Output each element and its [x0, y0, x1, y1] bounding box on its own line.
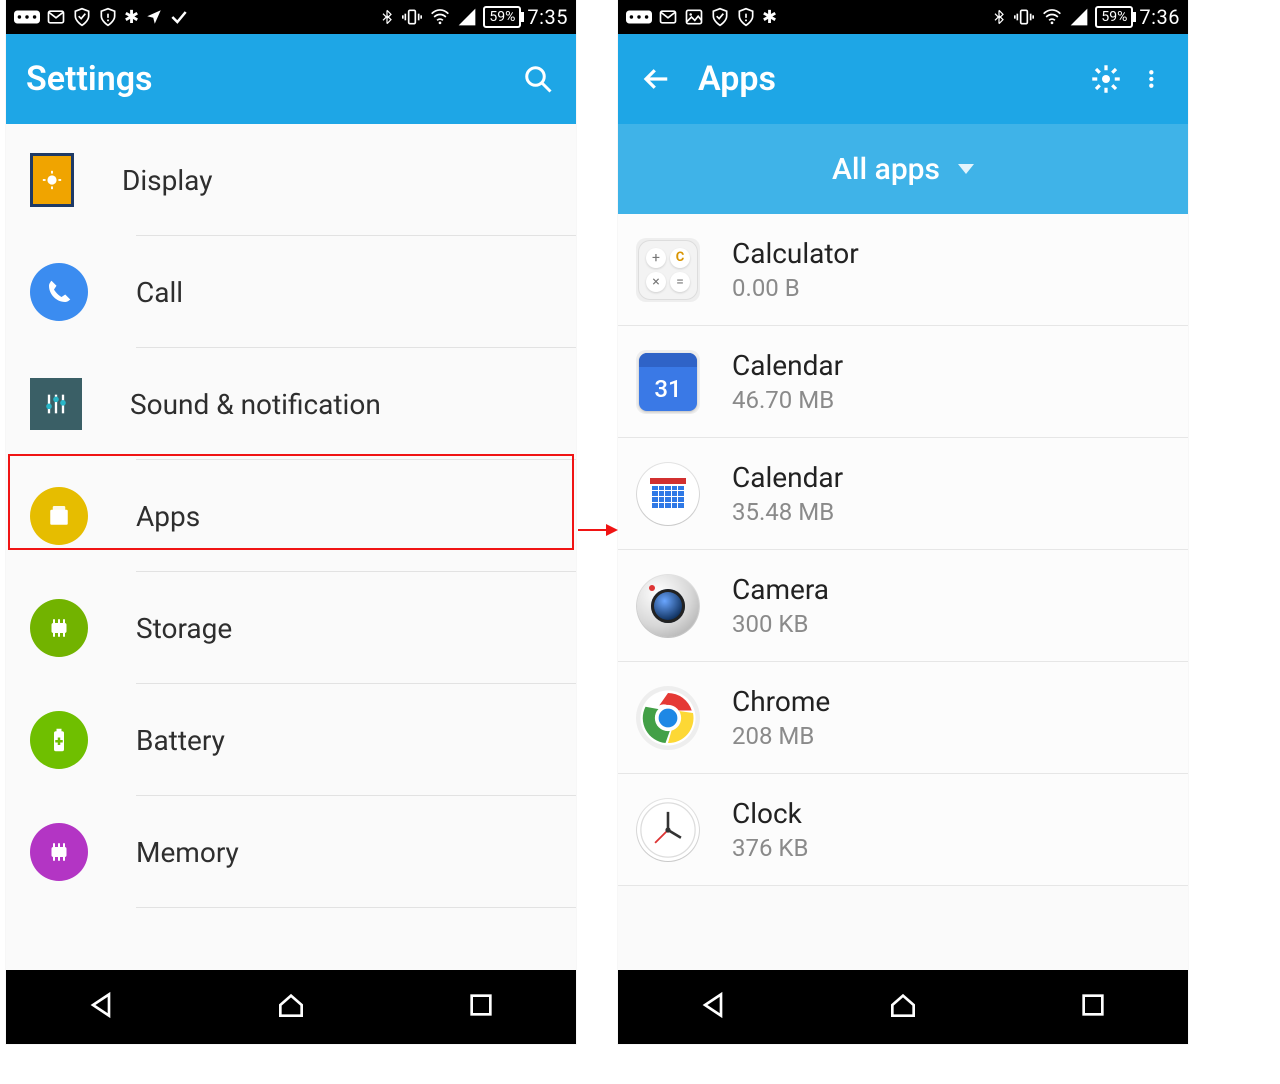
more-notifications-icon [626, 10, 652, 24]
settings-item-icon [30, 711, 88, 769]
back-button[interactable] [638, 61, 674, 97]
app-name: Calendar [732, 349, 843, 382]
battery-level: 59% [483, 6, 521, 28]
dropdown-icon [958, 164, 974, 174]
vibrate-icon [1013, 7, 1035, 27]
app-name: Camera [732, 573, 829, 606]
settings-item-icon [30, 487, 88, 545]
settings-item-icon [30, 153, 74, 207]
status-bar: ✱ 59% 7:35 [6, 0, 576, 34]
app-name: Chrome [732, 685, 830, 718]
settings-item-battery[interactable]: Battery [6, 684, 576, 796]
app-size: 300 KB [732, 610, 829, 638]
nav-recent[interactable] [465, 989, 497, 1025]
nav-home[interactable] [275, 989, 307, 1025]
asterisk-icon: ✱ [762, 7, 777, 28]
cell-signal-icon [1069, 7, 1089, 27]
cell-signal-icon [457, 7, 477, 27]
app-row-camera[interactable]: Camera 300 KB [618, 550, 1188, 662]
app-size: 208 MB [732, 722, 830, 750]
nav-back[interactable] [85, 989, 117, 1025]
settings-item-memory[interactable]: Memory [6, 796, 576, 908]
page-title: Settings [26, 59, 496, 99]
shield-alert-icon [98, 7, 118, 27]
status-clock: 7:36 [1139, 5, 1180, 29]
gmail-icon [46, 7, 66, 27]
app-name: Calendar [732, 461, 843, 494]
apps-screen: ✱ 59% 7:36 Apps [618, 0, 1188, 1044]
settings-item-label: Storage [136, 612, 232, 645]
nav-back[interactable] [697, 989, 729, 1025]
page-title: Apps [698, 59, 1064, 99]
settings-item-label: Memory [136, 836, 239, 869]
status-bar: ✱ 59% 7:36 [618, 0, 1188, 34]
settings-item-icon [30, 263, 88, 321]
app-row-clock[interactable]: Clock 376 KB [618, 774, 1188, 886]
shield-check-icon [72, 7, 92, 27]
search-button[interactable] [520, 61, 556, 97]
settings-item-label: Apps [136, 500, 200, 533]
app-size: 35.48 MB [732, 498, 843, 526]
settings-item-call[interactable]: Call [6, 236, 576, 348]
app-name: Clock [732, 797, 808, 830]
app-icon [636, 798, 700, 862]
vibrate-icon [401, 7, 423, 27]
settings-item-icon [30, 378, 82, 430]
apps-list: + C × = Calculator 0.00 B 31 Calendar 46… [618, 214, 1188, 970]
bluetooth-icon [991, 7, 1007, 27]
app-size: 46.70 MB [732, 386, 843, 414]
image-icon [684, 7, 704, 27]
settings-item-label: Call [136, 276, 183, 309]
app-name: Calculator [732, 237, 859, 270]
settings-gear-button[interactable] [1088, 61, 1124, 97]
app-row-calendar[interactable]: 31 Calendar 46.70 MB [618, 326, 1188, 438]
nav-home[interactable] [887, 989, 919, 1025]
settings-item-sound-notification[interactable]: Sound & notification [6, 348, 576, 460]
settings-item-storage[interactable]: Storage [6, 572, 576, 684]
app-row-calculator[interactable]: + C × = Calculator 0.00 B [618, 214, 1188, 326]
gmail-icon [658, 7, 678, 27]
asterisk-icon: ✱ [124, 7, 139, 28]
app-icon: 31 [636, 350, 700, 414]
settings-item-icon [30, 823, 88, 881]
nav-recent[interactable] [1077, 989, 1109, 1025]
apps-filter-label: All apps [832, 152, 940, 187]
shield-alert-icon [736, 7, 756, 27]
settings-item-display[interactable]: Display [6, 124, 576, 236]
settings-item-apps[interactable]: Apps [6, 460, 576, 572]
battery-level: 59% [1095, 6, 1133, 28]
app-icon [636, 686, 700, 750]
nav-bar [6, 970, 576, 1044]
apps-filter-dropdown[interactable]: All apps [618, 124, 1188, 214]
wifi-icon [1041, 7, 1063, 27]
app-icon: + C × = [636, 238, 700, 302]
transition-arrow [578, 520, 618, 540]
status-clock: 7:35 [527, 5, 568, 29]
bluetooth-icon [379, 7, 395, 27]
settings-list: Display Call Sound & notification Apps S… [6, 124, 576, 970]
app-size: 376 KB [732, 834, 808, 862]
settings-appbar: Settings [6, 34, 576, 124]
settings-item-label: Display [122, 164, 212, 197]
settings-item-label: Battery [136, 724, 225, 757]
settings-screen: ✱ 59% 7:35 Settings [6, 0, 576, 1044]
wifi-icon [429, 7, 451, 27]
overflow-menu-button[interactable] [1148, 61, 1168, 97]
app-row-chrome[interactable]: Chrome 208 MB [618, 662, 1188, 774]
location-icon [145, 8, 163, 26]
app-row-calendar[interactable]: Calendar 35.48 MB [618, 438, 1188, 550]
check-icon [169, 7, 189, 27]
app-icon [636, 574, 700, 638]
settings-item-label: Sound & notification [130, 388, 381, 421]
nav-bar [618, 970, 1188, 1044]
settings-item-icon [30, 599, 88, 657]
app-icon [636, 462, 700, 526]
shield-check-icon [710, 7, 730, 27]
app-size: 0.00 B [732, 274, 859, 302]
more-notifications-icon [14, 10, 40, 24]
apps-appbar: Apps [618, 34, 1188, 124]
